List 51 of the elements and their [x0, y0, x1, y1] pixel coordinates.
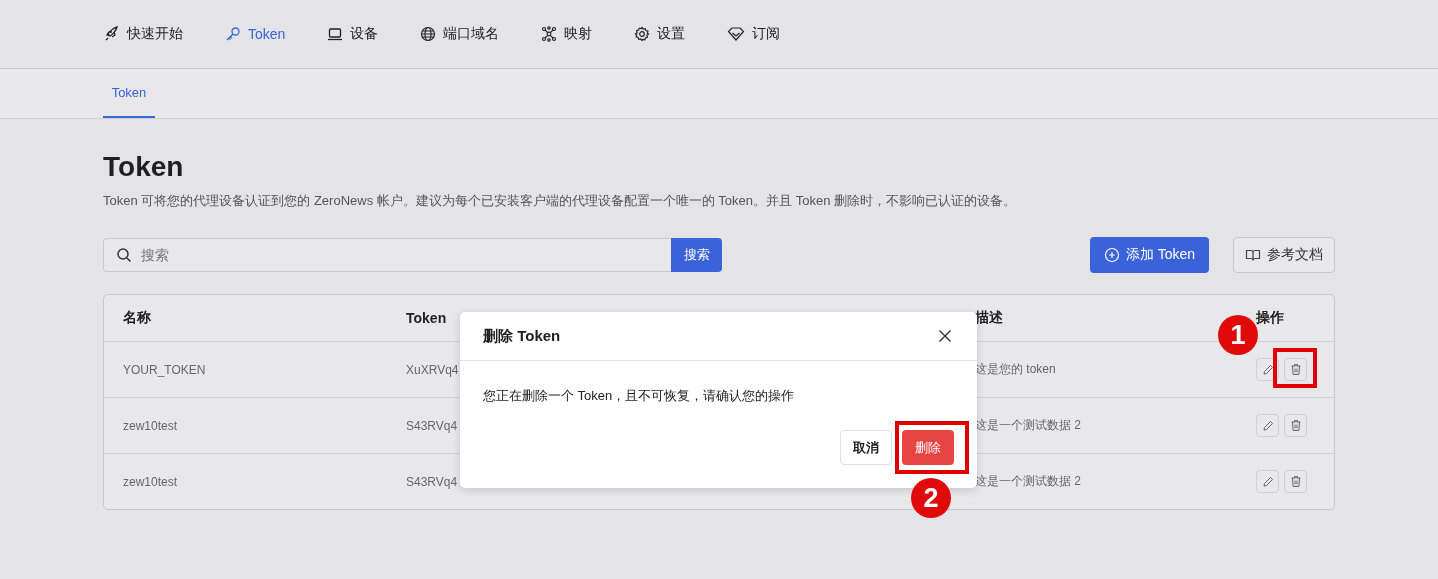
- search-icon: [116, 247, 132, 263]
- table-cell-text: zew10test: [123, 418, 179, 433]
- nav-item[interactable]: Token: [225, 26, 286, 42]
- table-cell-text: S43RVq4: [406, 418, 459, 433]
- column-header: 名称: [123, 309, 152, 327]
- sub-tab[interactable]: Token: [103, 69, 155, 118]
- globe-icon: [420, 26, 437, 42]
- search-button[interactable]: 搜索: [671, 238, 722, 272]
- confirm-delete-button[interactable]: 删除: [902, 430, 954, 465]
- column-header: Token: [406, 310, 448, 326]
- column-header: 操作: [1256, 309, 1285, 327]
- trash-icon: [1289, 475, 1302, 488]
- network-nodes-icon: [541, 26, 558, 42]
- pencil-icon: [1261, 363, 1274, 376]
- pencil-icon: [1261, 475, 1274, 488]
- trash-icon: [1289, 419, 1302, 432]
- nav-item[interactable]: 订阅: [727, 25, 781, 43]
- docs-button[interactable]: 参考文档: [1233, 237, 1335, 273]
- nav-item[interactable]: 快速开始: [104, 25, 183, 43]
- book-icon: [1245, 247, 1261, 263]
- trash-icon: [1289, 363, 1302, 376]
- close-button[interactable]: [938, 329, 952, 343]
- dialog-message: 您正在删除一个 Token，且不可恢复，请确认您的操作: [483, 387, 796, 405]
- table-cell-text: S43RVq4: [406, 474, 459, 489]
- table-cell-text: XuXRVq4: [406, 362, 460, 377]
- nav-item[interactable]: 端口域名: [420, 25, 500, 43]
- page-title: Token: [103, 150, 185, 184]
- nav-item[interactable]: 映射: [541, 25, 593, 43]
- cancel-button[interactable]: 取消: [840, 430, 892, 465]
- rocket-icon: [104, 26, 120, 42]
- delete-button[interactable]: [1284, 470, 1307, 493]
- add-token-button[interactable]: 添加 Token: [1090, 237, 1209, 273]
- key-icon: [225, 26, 241, 42]
- column-header: 描述: [975, 309, 1004, 327]
- highlight-frame: [1273, 348, 1317, 388]
- page-description: Token 可将您的代理设备认证到您的 ZeroNews 帐户。建议为每个已安装客户端的代理设备配置一个唯一的 Token。并且 Token 删除时，不影响已认证的设备。: [103, 192, 1017, 210]
- edit-button[interactable]: [1256, 470, 1279, 493]
- dialog-title: 删除 Token: [483, 326, 561, 346]
- diamond-icon: [727, 26, 746, 42]
- edit-button[interactable]: [1256, 414, 1279, 437]
- delete-button[interactable]: [1284, 414, 1307, 437]
- search-field[interactable]: 搜索: [103, 238, 671, 272]
- table-cell-text: zew10test: [123, 474, 179, 489]
- nav-item[interactable]: 设备: [327, 25, 379, 43]
- pencil-icon: [1261, 419, 1274, 432]
- table-cell-text: YOUR_TOKEN: [123, 362, 207, 377]
- laptop-icon: [327, 26, 344, 42]
- settings-icon: [634, 26, 651, 42]
- plus-circle-icon: [1103, 247, 1120, 263]
- delete-button[interactable]: [1284, 358, 1307, 381]
- nav-item[interactable]: 设置: [634, 25, 686, 43]
